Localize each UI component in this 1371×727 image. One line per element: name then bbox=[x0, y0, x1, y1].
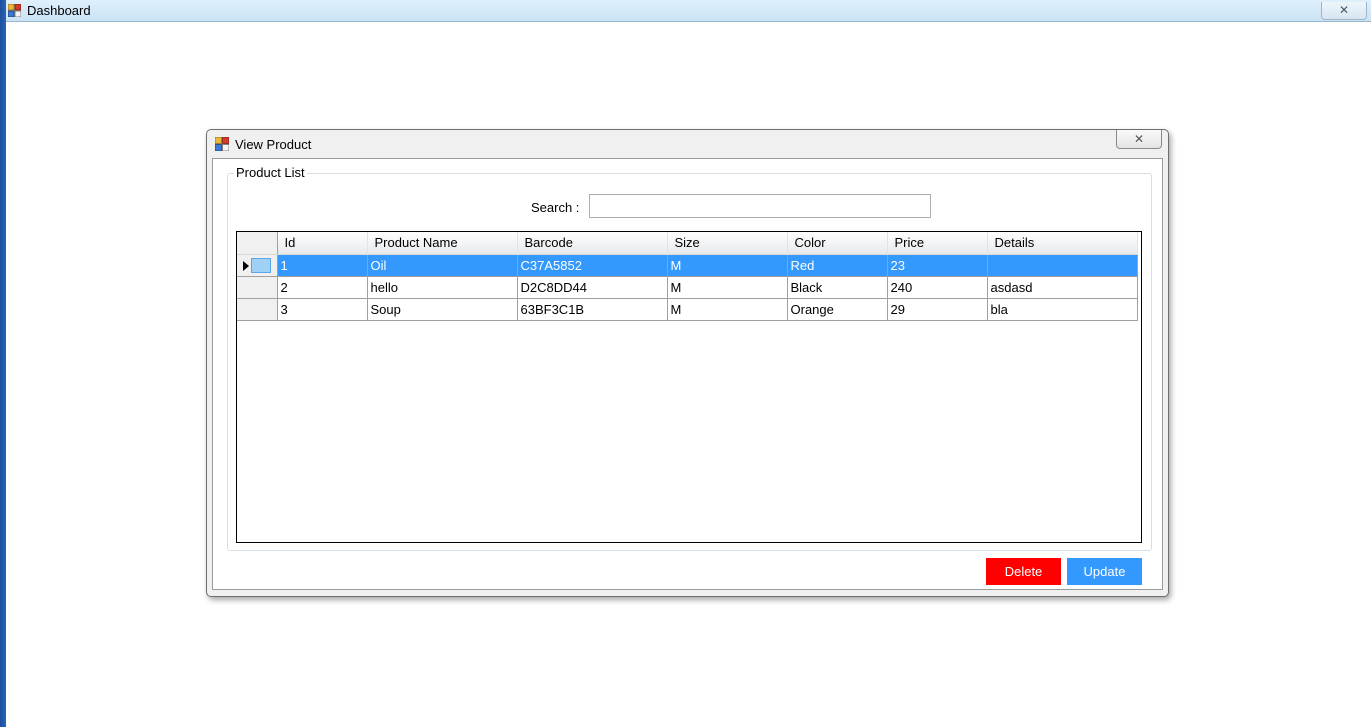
row-header[interactable] bbox=[237, 254, 278, 277]
cell-product-name[interactable]: hello bbox=[367, 276, 518, 299]
column-header-product-name[interactable]: Product Name bbox=[367, 232, 518, 255]
column-header-id[interactable]: Id bbox=[277, 232, 368, 255]
current-cell-marker bbox=[251, 257, 271, 273]
column-header-color[interactable]: Color bbox=[787, 232, 888, 255]
main-window-title: Dashboard bbox=[27, 3, 91, 18]
product-grid[interactable]: Id Product Name Barcode Size Color Price… bbox=[236, 231, 1142, 543]
row-header[interactable] bbox=[237, 298, 278, 321]
cell-id[interactable]: 1 bbox=[277, 254, 368, 277]
column-header-size[interactable]: Size bbox=[667, 232, 788, 255]
search-input[interactable] bbox=[589, 194, 931, 218]
cell-size[interactable]: M bbox=[667, 254, 788, 277]
dialog-close-button[interactable]: ✕ bbox=[1116, 130, 1162, 149]
delete-button[interactable]: Delete bbox=[986, 558, 1061, 585]
row-header-corner[interactable] bbox=[237, 232, 278, 255]
app-window-icon bbox=[8, 4, 21, 17]
column-header-barcode[interactable]: Barcode bbox=[517, 232, 668, 255]
cell-id[interactable]: 2 bbox=[277, 276, 368, 299]
cell-price[interactable]: 240 bbox=[887, 276, 988, 299]
app-window-icon bbox=[215, 137, 229, 151]
cell-price[interactable]: 29 bbox=[887, 298, 988, 321]
close-icon: ✕ bbox=[1133, 132, 1145, 146]
cell-color[interactable]: Orange bbox=[787, 298, 888, 321]
update-button[interactable]: Update bbox=[1067, 558, 1142, 585]
groupbox-title: Product List bbox=[234, 165, 307, 180]
cell-details[interactable] bbox=[987, 254, 1138, 277]
search-label: Search : bbox=[531, 200, 580, 215]
dialog-titlebar[interactable]: View Product ✕ bbox=[207, 130, 1168, 158]
cell-color[interactable]: Black bbox=[787, 276, 888, 299]
cell-barcode[interactable]: 63BF3C1B bbox=[517, 298, 668, 321]
table-row[interactable]: 2 hello D2C8DD44 M Black 240 asdasd bbox=[237, 276, 1138, 299]
cell-product-name[interactable]: Oil bbox=[367, 254, 518, 277]
cell-details[interactable]: asdasd bbox=[987, 276, 1138, 299]
product-list-groupbox: Product List Search : Id Product Name Ba… bbox=[227, 165, 1152, 551]
triangle-right-icon bbox=[243, 260, 249, 271]
column-header-price[interactable]: Price bbox=[887, 232, 988, 255]
cell-details[interactable]: bla bbox=[987, 298, 1138, 321]
table-row[interactable]: 1 Oil C37A5852 M Red 23 bbox=[237, 254, 1138, 277]
dialog-title: View Product bbox=[235, 137, 312, 152]
cell-barcode[interactable]: C37A5852 bbox=[517, 254, 668, 277]
dialog-client-area: Product List Search : Id Product Name Ba… bbox=[212, 158, 1163, 590]
desktop-edge bbox=[0, 0, 6, 727]
cell-product-name[interactable]: Soup bbox=[367, 298, 518, 321]
product-table: Id Product Name Barcode Size Color Price… bbox=[237, 232, 1138, 321]
close-icon: ✕ bbox=[1338, 3, 1350, 17]
cell-size[interactable]: M bbox=[667, 298, 788, 321]
table-row[interactable]: 3 Soup 63BF3C1B M Orange 29 bla bbox=[237, 298, 1138, 321]
cell-size[interactable]: M bbox=[667, 276, 788, 299]
cell-barcode[interactable]: D2C8DD44 bbox=[517, 276, 668, 299]
grid-header-row: Id Product Name Barcode Size Color Price… bbox=[237, 232, 1138, 255]
column-header-details[interactable]: Details bbox=[987, 232, 1138, 255]
cell-id[interactable]: 3 bbox=[277, 298, 368, 321]
view-product-dialog: View Product ✕ Product List Search : Id … bbox=[206, 129, 1169, 597]
row-header[interactable] bbox=[237, 276, 278, 299]
main-titlebar[interactable]: Dashboard ✕ bbox=[6, 0, 1371, 22]
main-close-button[interactable]: ✕ bbox=[1321, 1, 1367, 20]
cell-price[interactable]: 23 bbox=[887, 254, 988, 277]
cell-color[interactable]: Red bbox=[787, 254, 888, 277]
